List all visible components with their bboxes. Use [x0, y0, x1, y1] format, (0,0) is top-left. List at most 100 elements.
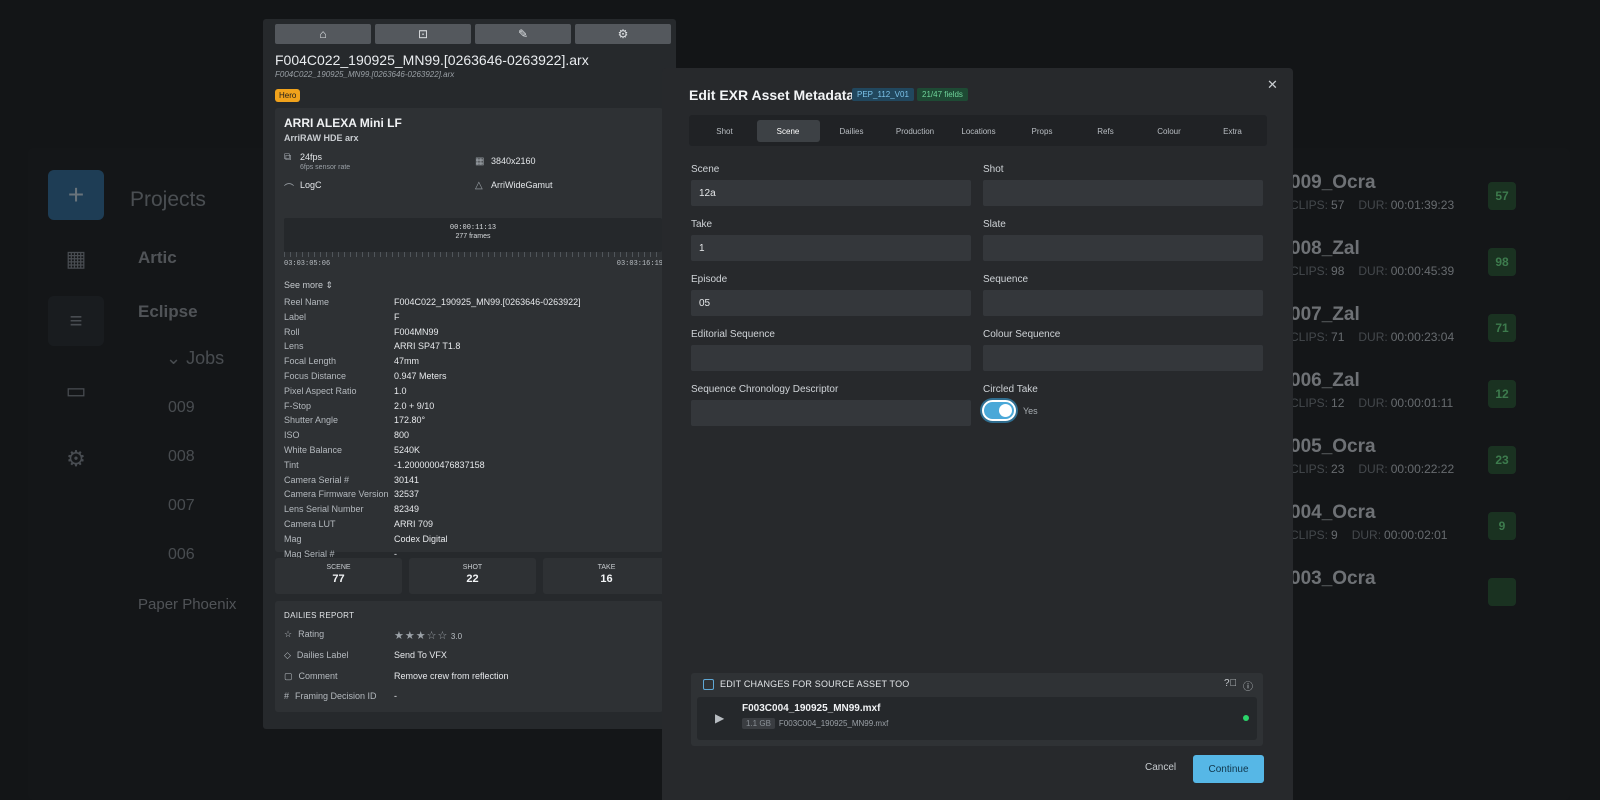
- job-number[interactable]: 008: [168, 448, 195, 466]
- dur-value: 00:00:23:04: [1390, 330, 1455, 344]
- chevron-down-icon: ⌄: [166, 348, 187, 368]
- tab-dailies[interactable]: Dailies: [820, 120, 883, 142]
- source-asset-item[interactable]: ▶ F003C004_190925_MN99.mxf 1.1 GB F003C00…: [697, 697, 1257, 740]
- metadata-key: Lens Serial Number: [284, 504, 364, 515]
- tab-locations[interactable]: Locations: [947, 120, 1010, 142]
- clips-value: 71: [1331, 330, 1345, 344]
- metadata-key: Mag: [284, 533, 302, 544]
- sequence-input[interactable]: [983, 290, 1263, 316]
- slate-input[interactable]: [983, 235, 1263, 261]
- comment-key: Comment: [298, 671, 338, 681]
- take-label: Take: [691, 219, 713, 230]
- take-input[interactable]: [691, 235, 971, 261]
- sequence-chronology-descriptor-input[interactable]: [691, 400, 971, 426]
- episode-input[interactable]: [691, 290, 971, 316]
- toggle-knob: [999, 404, 1012, 417]
- tab-props[interactable]: Props: [1011, 120, 1074, 142]
- job-name: 003_Ocra: [1290, 568, 1376, 589]
- tab-refs[interactable]: Refs: [1074, 120, 1137, 142]
- continue-button[interactable]: Continue: [1193, 755, 1264, 783]
- duration-timecode: 00:00:11:13: [449, 224, 497, 232]
- dashboard-icon[interactable]: ▦: [48, 234, 104, 284]
- pencil-icon: ✎: [517, 27, 529, 41]
- metadata-value: Codex Digital: [394, 533, 448, 544]
- job-number[interactable]: 006: [168, 546, 195, 564]
- edit-button[interactable]: ✎: [475, 24, 571, 44]
- rating-stars[interactable]: ★★★☆☆: [394, 630, 448, 642]
- status-dot: [1243, 715, 1249, 721]
- framing-row: # Framing Decision ID -: [284, 691, 654, 705]
- job-number[interactable]: 007: [168, 497, 195, 515]
- stat-take: TAKE 16: [543, 558, 670, 594]
- dailies-report: DAILIES REPORT ☆ Rating ★★★☆☆ 3.0 ◇ Dailie…: [275, 601, 663, 712]
- project-item[interactable]: Paper Phoenix: [138, 596, 236, 613]
- metadata-key: Label: [284, 311, 307, 322]
- stat-value: 22: [466, 573, 479, 585]
- metadata-value: 47mm: [394, 356, 420, 367]
- tag-icon: ◇: [284, 650, 291, 660]
- star-icon[interactable]: ★: [394, 630, 405, 642]
- jobs-group[interactable]: ⌄ Jobs: [166, 348, 224, 369]
- metadata-value: 0.947 Meters: [394, 371, 447, 381]
- tab-scene[interactable]: Scene: [756, 120, 820, 142]
- editorial-sequence-input[interactable]: [691, 345, 971, 371]
- settings-button[interactable]: ⚙: [575, 24, 671, 44]
- shot-input[interactable]: [983, 180, 1263, 206]
- job-count-badge: 98: [1488, 248, 1516, 276]
- frame-count: 277 frames: [455, 233, 491, 240]
- modal-title: Edit EXR Asset Metadata: [689, 87, 855, 103]
- colour-sequence-input[interactable]: [983, 345, 1263, 371]
- star-icon[interactable]: ★: [416, 630, 427, 642]
- metadata-value: -1.2000000476837158: [394, 459, 485, 470]
- tab-production[interactable]: Production: [884, 120, 947, 142]
- gear-icon: ⚙: [617, 27, 629, 41]
- folder-icon[interactable]: ▭: [48, 366, 104, 416]
- job-name: 006_Zal: [1290, 370, 1360, 391]
- project-item[interactable]: Artic: [138, 248, 177, 268]
- source-checkbox-label[interactable]: EDIT CHANGES FOR SOURCE ASSET TOO: [720, 679, 909, 689]
- metadata-key: Shutter Angle: [284, 415, 339, 426]
- tab-extra[interactable]: Extra: [1201, 120, 1264, 142]
- metadata-key: Camera Serial #: [284, 474, 350, 485]
- gamut-spec: △ ArriWideGamut: [475, 180, 553, 191]
- grid-icon: ▦: [475, 156, 485, 167]
- tag-button[interactable]: ⌂: [275, 24, 371, 44]
- source-asset-size: 1.1 GB: [742, 718, 775, 729]
- tab-colour[interactable]: Colour: [1138, 120, 1201, 142]
- star-icon[interactable]: ★: [405, 630, 416, 642]
- scan-button[interactable]: ⊡: [375, 24, 471, 44]
- gear-icon[interactable]: ⚙: [48, 434, 104, 484]
- add-icon[interactable]: +: [48, 170, 104, 220]
- clipboard-icon: ▢: [284, 671, 293, 681]
- circled-take-toggle[interactable]: [982, 400, 1016, 421]
- job-number[interactable]: 009: [168, 399, 195, 417]
- see-more-toggle[interactable]: See more ⇕: [284, 280, 333, 291]
- dailies-label-row: ◇ Dailies Label Send To VFX: [284, 650, 654, 664]
- cancel-button[interactable]: Cancel: [1145, 762, 1176, 773]
- editorial-sequence-label: Editorial Sequence: [691, 329, 775, 340]
- timeline-bar[interactable]: 00:00:11:13 277 frames: [284, 218, 662, 252]
- clips-label: CLIPS:: [1290, 396, 1329, 410]
- star-icon[interactable]: ☆: [427, 630, 438, 642]
- clips-label: CLIPS:: [1290, 264, 1329, 278]
- info-icon[interactable]: ⓘ: [1243, 678, 1253, 693]
- metadata-row: F-Stop 2.0 + 9/10: [284, 401, 664, 415]
- metadata-key: Lens: [284, 341, 304, 352]
- playlist-icon[interactable]: ≡: [48, 296, 104, 346]
- project-item[interactable]: Eclipse: [138, 302, 198, 322]
- tab-shot[interactable]: Shot: [693, 120, 756, 142]
- fps-value: 24fps: [300, 152, 323, 162]
- help-icon[interactable]: ?⃝: [1224, 678, 1237, 693]
- dur-value: 00:01:39:23: [1390, 198, 1455, 212]
- job-count-badge: 12: [1488, 380, 1516, 408]
- file-name: F004C022_190925_MN99.[0263646-0263922].a…: [275, 52, 589, 68]
- clips-value: 98: [1331, 264, 1345, 278]
- job-meta: CLIPS: 12 DUR: 00:00:01:11: [1290, 396, 1453, 410]
- scene-input[interactable]: [691, 180, 971, 206]
- sensor-rate: 6fps sensor rate: [300, 164, 351, 171]
- star-icon[interactable]: ☆: [438, 630, 449, 642]
- close-icon[interactable]: ✕: [1267, 77, 1278, 93]
- clips-value: 23: [1331, 462, 1345, 476]
- metadata-key: Pixel Aspect Ratio: [284, 385, 357, 396]
- source-checkbox[interactable]: [703, 679, 714, 690]
